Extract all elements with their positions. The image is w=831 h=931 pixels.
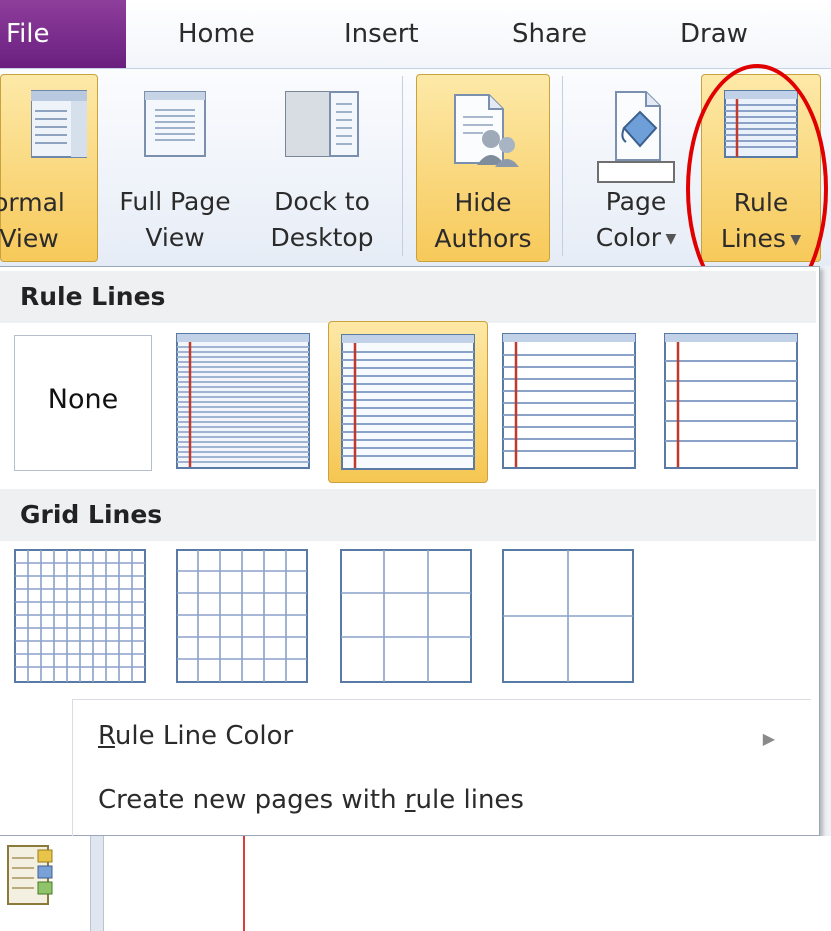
dropdown-arrow-icon: ▼ <box>661 231 677 247</box>
paint-bucket-icon <box>597 91 675 183</box>
wide-ruled-option[interactable] <box>664 333 798 469</box>
dock-to-desktop-button[interactable]: Dock to Desktop <box>252 74 392 262</box>
very-large-grid-option[interactable] <box>502 549 634 683</box>
tab-share[interactable]: Share <box>512 0 587 68</box>
page-color-label-1: Page <box>605 187 667 216</box>
rule-lines-label-2: Lines <box>720 224 786 253</box>
wide-ruled-icon <box>664 333 798 469</box>
menu-gutter <box>72 700 73 836</box>
rule-lines-icon <box>724 90 798 158</box>
submenu-arrow-icon: ▶ <box>762 729 775 748</box>
small-grid-icon <box>14 549 146 683</box>
create-new-pages-with-rule-lines-menu-item[interactable]: Create new pages with rule lines <box>98 785 524 815</box>
dock-to-desktop-label-1: Dock to <box>274 187 370 216</box>
none-option-label: None <box>47 384 119 415</box>
create-pages-label-after: ule lines <box>415 785 524 815</box>
ribbon-separator <box>402 76 403 256</box>
large-grid-icon <box>340 549 472 683</box>
ribbon-separator <box>562 76 563 256</box>
page-canvas <box>0 836 831 931</box>
dock-to-desktop-icon <box>285 91 359 157</box>
rule-lines-section-header: Rule Lines <box>0 271 816 323</box>
hide-authors-label-2: Authors <box>434 224 532 253</box>
college-ruled-option[interactable] <box>328 321 488 483</box>
full-page-view-button[interactable]: Full Page View <box>104 74 246 262</box>
notebook-icon <box>7 845 53 905</box>
create-pages-label-before: Create new pages with <box>98 785 405 815</box>
rule-lines-none-option[interactable]: None <box>14 335 152 471</box>
standard-ruled-option[interactable] <box>502 333 636 469</box>
standard-ruled-icon <box>502 333 636 469</box>
large-grid-option[interactable] <box>340 549 472 683</box>
rule-lines-dropdown: Rule Lines None Grid Lines Rule Line Col… <box>0 266 820 836</box>
normal-view-icon <box>31 90 87 158</box>
hide-authors-button[interactable]: Hide Authors <box>416 74 550 262</box>
full-page-view-label-2: View <box>145 223 205 252</box>
college-ruled-icon <box>341 334 475 470</box>
full-page-view-label-1: Full Page <box>119 187 231 216</box>
full-page-view-icon <box>144 91 206 157</box>
rule-line-color-label: ule Line Color <box>114 721 294 751</box>
tab-draw[interactable]: Draw <box>680 0 748 68</box>
very-large-grid-icon <box>502 549 634 683</box>
ribbon-tab-strip: File Home Insert Share Draw <box>0 0 831 68</box>
tab-insert[interactable]: Insert <box>344 0 419 68</box>
small-grid-option[interactable] <box>14 549 146 683</box>
medium-grid-option[interactable] <box>176 549 308 683</box>
page-color-label-2: Color <box>595 223 662 252</box>
authors-icon <box>454 94 519 167</box>
dropdown-arrow-icon: ▼ <box>785 232 802 248</box>
medium-grid-icon <box>176 549 308 683</box>
dock-to-desktop-label-2: Desktop <box>270 223 374 252</box>
page-tabs-divider <box>90 836 104 931</box>
tab-home[interactable]: Home <box>178 0 255 68</box>
page-edge <box>820 266 831 836</box>
rule-line-color-menu-item[interactable]: Rule Line Color <box>98 721 293 751</box>
normal-view-label-1: ormal <box>0 188 65 217</box>
hide-authors-label-1: Hide <box>454 188 512 217</box>
grid-lines-section-header: Grid Lines <box>0 489 816 541</box>
menu-separator <box>72 699 811 700</box>
rule-lines-label-1: Rule <box>733 188 789 217</box>
create-pages-accelerator: r <box>404 785 416 815</box>
tab-file[interactable]: File <box>0 0 126 68</box>
rule-line-color-accelerator: R <box>98 721 115 751</box>
page-color-button[interactable]: Page Color ▼ <box>574 74 698 262</box>
rule-lines-button[interactable]: Rule Lines ▼ <box>701 74 821 262</box>
normal-view-button[interactable]: ormal View <box>0 74 98 262</box>
page-margin-line <box>243 836 245 931</box>
narrow-ruled-option[interactable] <box>176 333 310 469</box>
normal-view-label-2: View <box>0 224 59 253</box>
narrow-ruled-icon <box>176 333 310 469</box>
